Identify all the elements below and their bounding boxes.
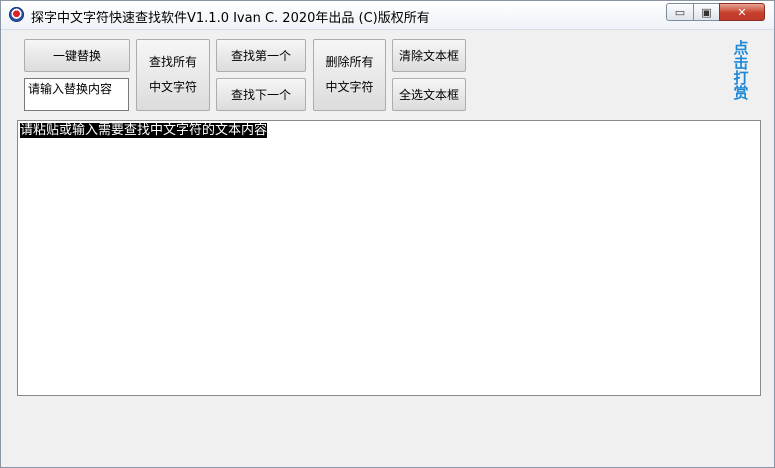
reward-link[interactable]: 点 击 打 赏 — [733, 41, 749, 101]
title-bar[interactable]: 探字中文字符快速查找软件V1.1.0 Ivan C. 2020年出品 (C)版权… — [1, 1, 774, 30]
replace-input[interactable]: 请输入替换内容 — [24, 78, 129, 111]
close-icon: ✕ — [737, 5, 747, 19]
app-logo-icon — [9, 7, 24, 22]
find-all-label-line1: 查找所有 — [148, 55, 197, 69]
close-button[interactable]: ✕ — [719, 3, 765, 21]
window-title: 探字中文字符快速查找软件V1.1.0 Ivan C. 2020年出品 (C)版权… — [31, 11, 430, 26]
minimize-icon: ▭ — [674, 5, 686, 19]
delete-all-label-line1: 删除所有 — [325, 55, 374, 69]
find-first-button[interactable]: 查找第一个 — [216, 39, 306, 72]
delete-all-label-line2: 中文字符 — [325, 80, 374, 94]
select-all-text-button[interactable]: 全选文本框 — [392, 78, 466, 111]
find-all-label-line2: 中文字符 — [148, 80, 197, 94]
editor-selected-text: 请粘贴或输入需要查找中文字符的文本内容 — [20, 123, 268, 138]
text-editor[interactable]: 请粘贴或输入需要查找中文字符的文本内容 — [17, 120, 761, 396]
replace-all-button[interactable]: 一键替换 — [24, 39, 130, 72]
reward-char: 赏 — [733, 84, 749, 102]
maximize-icon: ▣ — [701, 5, 712, 19]
clear-text-button[interactable]: 清除文本框 — [392, 39, 466, 72]
app-window: 探字中文字符快速查找软件V1.1.0 Ivan C. 2020年出品 (C)版权… — [0, 0, 775, 468]
find-next-button[interactable]: 查找下一个 — [216, 78, 306, 111]
maximize-button[interactable]: ▣ — [693, 3, 720, 21]
delete-all-chinese-button[interactable]: 删除所有 中文字符 — [313, 39, 386, 111]
minimize-button[interactable]: ▭ — [666, 3, 694, 21]
find-all-chinese-button[interactable]: 查找所有 中文字符 — [136, 39, 210, 111]
